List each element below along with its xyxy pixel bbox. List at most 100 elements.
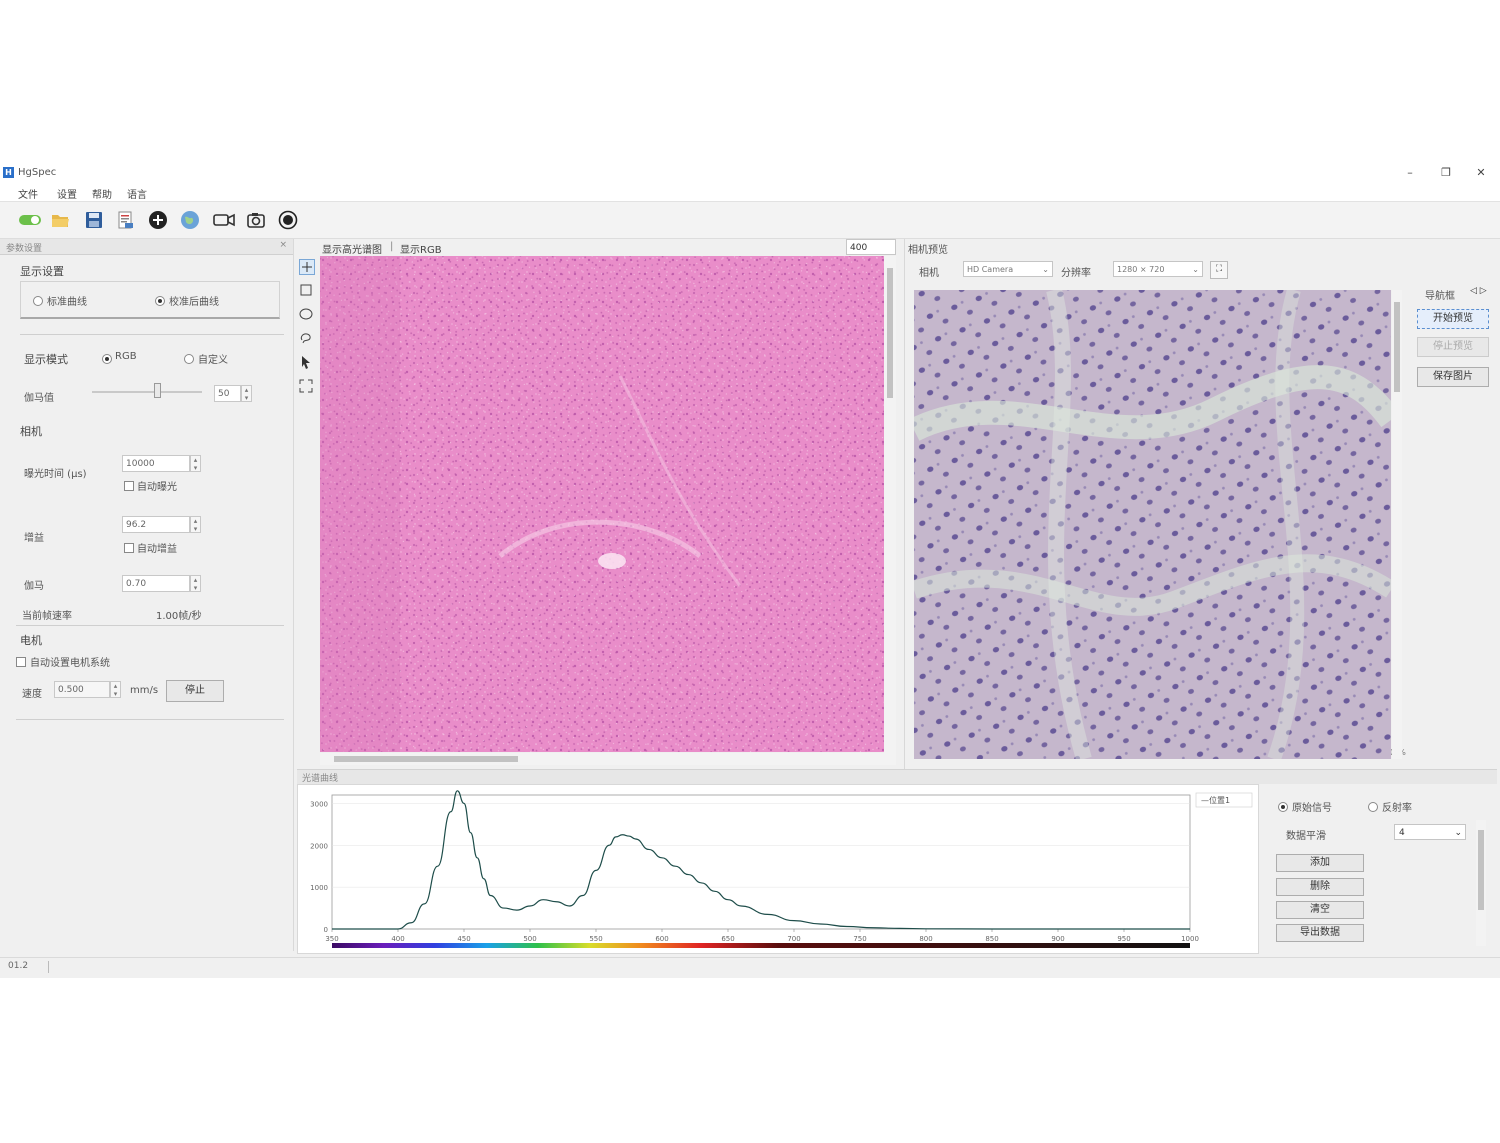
report-icon[interactable]	[116, 210, 136, 230]
x-tick-label: 800	[919, 935, 932, 943]
scrollbar-thumb[interactable]	[1394, 302, 1400, 392]
auto-exposure-checkbox[interactable]	[124, 481, 134, 491]
clear-spectrum-button[interactable]: 清空	[1276, 901, 1364, 919]
spin-arrows-icon[interactable]: ▴ ▾	[190, 516, 201, 533]
start-preview-button[interactable]: 开始预览	[1417, 309, 1489, 329]
menu-language[interactable]: 语言	[127, 186, 147, 201]
menu-file[interactable]: 文件	[18, 186, 38, 201]
image-horizontal-scrollbar[interactable]	[320, 753, 896, 765]
zoom-input[interactable]: 400	[846, 239, 896, 255]
standard-curve-label: 标准曲线	[47, 297, 87, 308]
tab-hyperspectral[interactable]: 显示高光谱图	[322, 241, 382, 256]
menu-help[interactable]: 帮助	[92, 186, 112, 201]
panel-close-icon[interactable]: ×	[279, 240, 287, 250]
gain-spinbox[interactable]: 96.2 ▴ ▾	[122, 516, 201, 533]
scrollbar-thumb[interactable]	[887, 268, 893, 398]
spin-arrows-icon[interactable]: ▴ ▾	[110, 681, 121, 698]
export-data-button[interactable]: 导出数据	[1276, 924, 1364, 942]
status-divider	[48, 961, 49, 973]
stop-motor-button[interactable]: 停止	[166, 680, 224, 702]
gain-value: 96.2	[126, 520, 147, 530]
minimize-button[interactable]: –	[1400, 165, 1420, 181]
stop-preview-button[interactable]: 停止预览	[1417, 337, 1489, 357]
resolution-label: 分辨率	[1061, 268, 1091, 279]
reflectance-radio[interactable]	[1368, 802, 1378, 812]
close-button[interactable]: ✕	[1471, 165, 1491, 181]
save-image-button[interactable]: 保存图片	[1417, 367, 1489, 387]
ellipse-icon[interactable]	[299, 307, 313, 321]
divider	[16, 625, 284, 626]
calibrated-curve-radio[interactable]	[155, 296, 165, 306]
tab-separator: |	[390, 241, 394, 252]
raw-signal-radio[interactable]	[1278, 802, 1288, 812]
chevron-down-icon: ⌄	[1042, 265, 1049, 274]
delete-spectrum-button[interactable]: 删除	[1276, 878, 1364, 896]
zoom-fit-icon[interactable]	[299, 379, 313, 393]
auto-gain-checkbox[interactable]	[124, 543, 134, 553]
chevron-down-icon: ⌄	[1454, 828, 1462, 838]
gamma-slider-handle[interactable]	[154, 383, 161, 398]
gamma-slider-track[interactable]	[92, 391, 202, 393]
pointer-icon[interactable]	[299, 355, 313, 369]
menu-settings[interactable]: 设置	[57, 186, 77, 201]
scrollbar-thumb[interactable]	[1478, 830, 1484, 910]
frame-rate-label: 当前帧速率	[22, 611, 72, 622]
gamma-value: 50	[218, 389, 230, 399]
folder-open-icon[interactable]	[50, 210, 70, 230]
camera-icon[interactable]	[246, 210, 266, 230]
fit-view-icon[interactable]: ⛶	[1210, 261, 1228, 279]
rgb-mode-radio[interactable]	[102, 354, 112, 364]
save-icon[interactable]	[84, 210, 104, 230]
scrollbar-thumb[interactable]	[334, 756, 518, 762]
custom-mode-radio[interactable]	[184, 354, 194, 364]
x-tick-label: 750	[853, 935, 866, 943]
exposure-spinbox[interactable]: 10000 ▴ ▾	[122, 455, 201, 472]
hyperspectral-image[interactable]	[320, 256, 884, 752]
rectangle-icon[interactable]	[299, 283, 313, 297]
add-spectrum-button[interactable]: 添加	[1276, 854, 1364, 872]
maximize-button[interactable]: ❐	[1436, 165, 1456, 181]
y-tick-label: 3000	[310, 800, 328, 808]
x-tick-label: 850	[985, 935, 998, 943]
x-tick-label: 350	[325, 935, 338, 943]
calibrated-curve-label: 校准后曲线	[169, 297, 219, 308]
record-stop-icon[interactable]	[278, 210, 298, 230]
resolution-select[interactable]: 1280 × 720 ⌄	[1113, 261, 1203, 277]
speed-spinbox[interactable]: 0.500 ▴ ▾	[54, 681, 121, 698]
gamma-value-spinbox[interactable]: 50 ▴ ▾	[214, 385, 252, 402]
toggle-icon[interactable]	[18, 210, 42, 230]
camera-preview-image[interactable]	[914, 290, 1391, 759]
spin-arrows-icon[interactable]: ▴ ▾	[241, 385, 252, 402]
y-tick-label: 2000	[310, 842, 328, 850]
gamma-spinbox[interactable]: 0.70 ▴ ▾	[122, 575, 201, 592]
lasso-icon[interactable]	[299, 331, 313, 345]
status-text: 01.2	[8, 961, 29, 971]
exposure-value: 10000	[126, 459, 155, 469]
settings-panel-header: 参数设置 ×	[0, 239, 293, 255]
x-tick-label: 550	[589, 935, 602, 943]
x-tick-label: 600	[655, 935, 668, 943]
globe-icon[interactable]	[180, 210, 200, 230]
controls-scrollbar[interactable]	[1476, 820, 1486, 946]
panel-arrows-icon[interactable]: ◁ ▷	[1470, 286, 1487, 296]
standard-curve-radio[interactable]	[33, 296, 43, 306]
camera-select[interactable]: HD Camera ⌄	[963, 261, 1053, 277]
add-circle-icon[interactable]	[148, 210, 168, 230]
camera-vertical-scrollbar[interactable]	[1392, 290, 1402, 759]
spin-arrows-icon[interactable]: ▴ ▾	[190, 575, 201, 592]
auto-motor-label: 自动设置电机系统	[30, 658, 110, 669]
auto-motor-checkbox[interactable]	[16, 657, 26, 667]
camera-panel-title: 相机预览	[908, 245, 948, 256]
crosshair-icon[interactable]	[299, 259, 315, 275]
smoothing-label: 数据平滑	[1286, 831, 1326, 842]
y-tick-label: 1000	[310, 884, 328, 892]
video-camera-icon[interactable]	[212, 210, 236, 230]
spin-arrows-icon[interactable]: ▴ ▾	[190, 455, 201, 472]
spectrum-chart[interactable]: 0 1000 2000 3000 350 400 450 500 550 600 650 700 75…	[298, 785, 1260, 955]
frame-rate-value: 1.00帧/秒	[156, 611, 202, 622]
image-vertical-scrollbar[interactable]	[884, 256, 896, 754]
smoothing-select[interactable]: 4 ⌄	[1394, 824, 1466, 840]
smoothing-value: 4	[1399, 828, 1405, 838]
rgb-mode-label: RGB	[115, 351, 137, 362]
tab-rgb[interactable]: 显示RGB	[400, 241, 442, 256]
